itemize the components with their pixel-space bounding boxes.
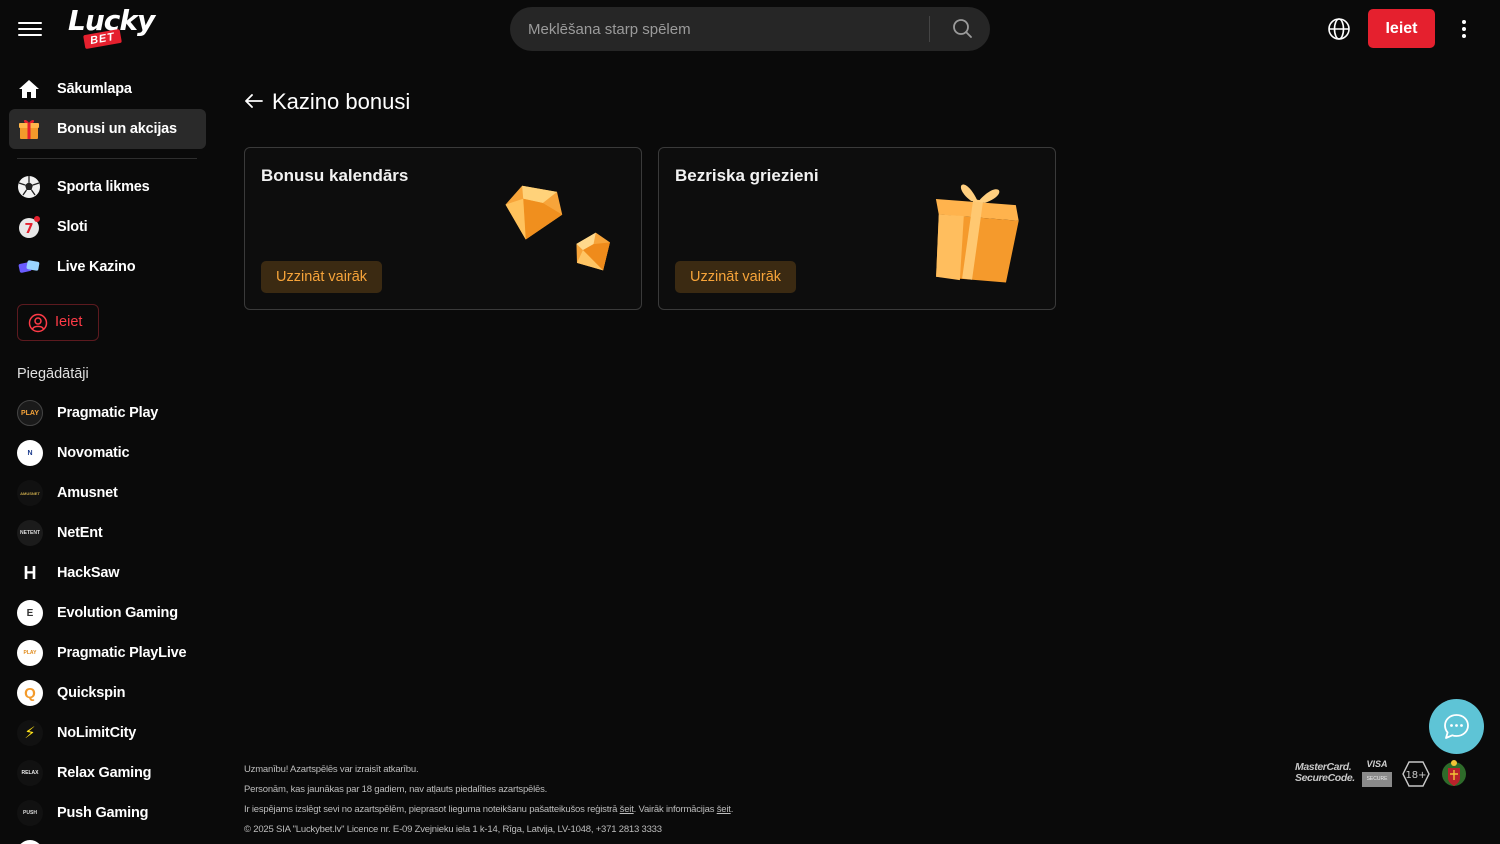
self-exclusion-link[interactable]: šeit (620, 804, 634, 815)
provider-logo: N (17, 440, 43, 466)
provider-logo: NETENT (17, 520, 43, 546)
provider-logo: PUSH (17, 800, 43, 826)
more-info-link[interactable]: šeit (717, 804, 731, 815)
provider-logo: E (17, 600, 43, 626)
providers-title: Piegādātāji (17, 366, 89, 382)
provider-hacksaw[interactable]: H HackSaw (9, 553, 206, 593)
regulator-crest-icon (1442, 760, 1466, 786)
bonus-card-calendar[interactable]: Bonusu kalendārs Uzzināt vairāk (244, 147, 642, 310)
svg-text:18+: 18+ (1405, 770, 1426, 781)
footer-text: . (730, 804, 734, 815)
provider-netent[interactable]: NETENT NetEnt (9, 513, 206, 553)
gift-icon (19, 119, 39, 139)
sidebar-item-label: Sloti (57, 219, 88, 235)
provider-logo: PLAY (17, 640, 43, 666)
provider-logo: AMUSNET (17, 480, 43, 506)
bonus-card-free-spins[interactable]: Bezriska griezieni Uzzināt vairāk (658, 147, 1056, 310)
sidebar-item-sports[interactable]: Sporta likmes (9, 167, 206, 207)
cards-icon (18, 260, 40, 273)
provider-label: Relax Gaming (57, 765, 152, 781)
sidebar-item-label: Bonusi un akcijas (57, 121, 177, 137)
learn-more-button[interactable]: Uzzināt vairāk (675, 261, 797, 293)
sidebar-item-label: Sākumlapa (57, 81, 132, 97)
provider-amusnet[interactable]: AMUSNET Amusnet (9, 473, 206, 513)
provider-logo: H (23, 562, 37, 583)
card-title: Bonusu kalendārs (261, 166, 409, 185)
provider-relax-gaming[interactable]: RELAX Relax Gaming (9, 753, 206, 793)
user-icon (28, 313, 48, 333)
provider-label: Pragmatic PlayLive (57, 645, 187, 661)
sidebar-login-label: Ieiet (55, 314, 83, 330)
visa-secure-logo: VISA SECURE (1362, 759, 1392, 787)
more-options-icon[interactable] (1454, 18, 1474, 40)
provider-nolimitcity[interactable]: ⚡ NoLimitCity (9, 713, 206, 753)
provider-quickspin[interactable]: Q Quickspin (9, 673, 206, 713)
svg-text:7: 7 (24, 222, 33, 237)
sidebar-item-live-casino[interactable]: Live Kazino (9, 247, 206, 287)
sidebar: Sākumlapa Bonusi un akcijas Sporta likme… (0, 68, 215, 844)
provider-novomatic[interactable]: N Novomatic (9, 433, 206, 473)
provider-label: NetEnt (57, 525, 103, 541)
sidebar-item-slots[interactable]: 7 Sloti (9, 207, 206, 247)
provider-label: NoLimitCity (57, 725, 137, 741)
card-title: Bezriska griezieni (675, 166, 819, 185)
search-button[interactable] (940, 7, 984, 51)
provider-logo (17, 840, 43, 844)
sidebar-item-bonuses[interactable]: Bonusi un akcijas (9, 109, 206, 149)
provider-logo: ⚡ (17, 720, 43, 746)
provider-logo: PLAY (17, 400, 43, 426)
logo[interactable]: Lucky BET (66, 4, 155, 50)
globe-icon (1328, 18, 1350, 40)
footer-warning: Uzmanību! Azartspēlēs var izraisīt atkar… (244, 764, 419, 775)
provider-pragmatic-play[interactable]: PLAY Pragmatic Play (9, 393, 206, 433)
learn-more-button[interactable]: Uzzināt vairāk (261, 261, 383, 293)
provider-logo: RELAX (17, 760, 43, 786)
payment-badges: MasterCard. SecureCode. VISA SECURE 18+ (1292, 756, 1472, 792)
search-input[interactable] (528, 7, 928, 51)
age-restriction-icon: 18+ (1402, 761, 1430, 787)
provider-label: Evolution Gaming (57, 605, 178, 621)
language-button[interactable] (1326, 16, 1352, 42)
provider-label: Novomatic (57, 445, 130, 461)
gift-box-icon (935, 184, 1019, 283)
provider-pragmatic-playlive[interactable]: PLAY Pragmatic PlayLive (9, 633, 206, 673)
provider-label: Pragmatic Play (57, 405, 159, 421)
home-icon (19, 80, 39, 98)
arrow-left-icon (245, 94, 263, 108)
provider-label: HackSaw (57, 565, 120, 581)
provider-logo: Q (17, 680, 43, 706)
search-bar (510, 7, 990, 51)
sidebar-item-label: Live Kazino (57, 259, 136, 275)
top-bar: Lucky BET Ieiet (0, 0, 1500, 58)
menu-icon[interactable] (18, 18, 42, 38)
login-button[interactable]: Ieiet (1368, 9, 1435, 48)
provider-label: Push Gaming (57, 805, 149, 821)
sidebar-item-home[interactable]: Sākumlapa (9, 69, 206, 109)
footer-copyright: © 2025 SIA "Luckybet.lv" Licence nr. E-0… (244, 824, 662, 835)
chat-button[interactable] (1429, 699, 1484, 754)
page-title: Kazino bonusi (272, 89, 411, 114)
sidebar-item-label: Sporta likmes (57, 179, 150, 195)
back-button[interactable] (241, 88, 267, 114)
footer-text: Ir iespējams izslēgt sevi no azartspēlēm… (244, 804, 620, 815)
footer-age-notice: Personām, kas jaunākas par 18 gadiem, na… (244, 784, 548, 795)
sidebar-login-button[interactable]: Ieiet (17, 304, 99, 341)
slot-icon: 7 (19, 216, 40, 238)
footer-text: . Vairāk informācijas (633, 804, 717, 815)
provider-label: Quickspin (57, 685, 126, 701)
chat-bubble-icon (1444, 714, 1469, 739)
footer-legal: Uzmanību! Azartspēlēs var izraisīt atkar… (244, 760, 944, 840)
provider-partial (9, 833, 206, 844)
soccer-ball-icon (18, 176, 40, 198)
sidebar-divider (17, 158, 197, 159)
search-divider (929, 16, 930, 42)
mastercard-securecode-logo: MasterCard. SecureCode. (1295, 761, 1355, 784)
provider-evolution-gaming[interactable]: E Evolution Gaming (9, 593, 206, 633)
provider-label: Amusnet (57, 485, 118, 501)
provider-push-gaming[interactable]: PUSH Push Gaming (9, 793, 206, 833)
footer-self-exclusion: Ir iespējams izslēgt sevi no azartspēlēm… (244, 800, 944, 820)
diamond-icon (505, 185, 610, 271)
search-icon (953, 19, 972, 38)
